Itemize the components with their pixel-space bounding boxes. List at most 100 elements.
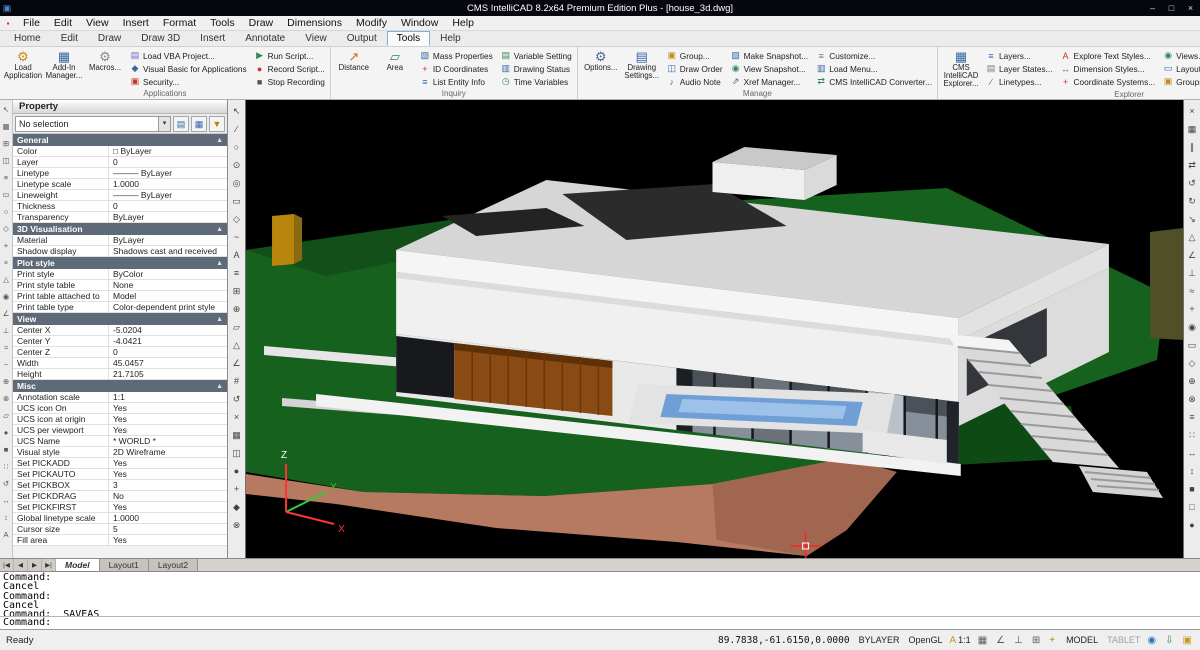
- toolbar-icon[interactable]: ↺: [1188, 174, 1196, 192]
- property-row[interactable]: Set PICKADDYes: [13, 458, 227, 469]
- collapse-icon[interactable]: ▲: [216, 226, 223, 233]
- ribbon-tab[interactable]: View: [295, 31, 337, 46]
- ribbon-tab[interactable]: Help: [430, 31, 471, 46]
- toolbar-icon[interactable]: ↻: [1188, 192, 1196, 210]
- menu-item[interactable]: Tools: [203, 16, 242, 30]
- property-row[interactable]: Print table typeColor-dependent print st…: [13, 302, 227, 313]
- toolbar-icon[interactable]: ◇: [1189, 354, 1196, 372]
- maximize-button[interactable]: □: [1162, 1, 1181, 15]
- drawing-viewport[interactable]: Z Y X: [246, 100, 1183, 558]
- status-item[interactable]: +: [1049, 635, 1057, 646]
- toolbar-icon[interactable]: +: [1189, 300, 1194, 318]
- section-header-misc[interactable]: Misc ▲: [13, 380, 227, 392]
- ribbon-small-button[interactable]: ⇗Xref Manager...: [729, 75, 811, 88]
- menu-item[interactable]: Format: [156, 16, 203, 30]
- ribbon-small-button[interactable]: +Coordinate Systems...: [1059, 75, 1158, 88]
- toolbar-icon[interactable]: ⊙: [233, 156, 241, 174]
- toolbar-icon[interactable]: ↕: [4, 509, 8, 526]
- toolbar-icon[interactable]: ∠: [232, 354, 240, 372]
- collapse-icon[interactable]: ▲: [216, 383, 223, 390]
- collapse-icon[interactable]: ▲: [216, 137, 223, 144]
- toolbar-icon[interactable]: ↖: [3, 101, 9, 118]
- menu-item[interactable]: Insert: [116, 16, 156, 30]
- ribbon-small-button[interactable]: ▤Load VBA Project...: [128, 49, 249, 62]
- ribbon-tab[interactable]: Draw 3D: [131, 31, 190, 46]
- toolbar-icon[interactable]: ↘: [1188, 210, 1196, 228]
- ribbon-big-button[interactable]: ⚙Macros...: [85, 48, 125, 88]
- toolbar-icon[interactable]: #: [234, 372, 239, 390]
- status-item[interactable]: MODEL: [1064, 635, 1098, 645]
- ribbon-tab[interactable]: Insert: [190, 31, 235, 46]
- status-item[interactable]: ▦: [978, 635, 989, 646]
- ribbon-small-button[interactable]: ▤Variable Setting: [499, 49, 574, 62]
- ribbon-small-button[interactable]: ▣Group...: [665, 49, 725, 62]
- toolbar-icon[interactable]: ◫: [232, 444, 241, 462]
- property-row[interactable]: Fill areaYes: [13, 535, 227, 546]
- toolbar-icon[interactable]: ▱: [3, 407, 9, 424]
- property-row[interactable]: UCS icon OnYes: [13, 403, 227, 414]
- toolbar-icon[interactable]: ⊥: [1188, 264, 1196, 282]
- status-item[interactable]: ⇩: [1165, 635, 1175, 646]
- collapse-icon[interactable]: ▲: [216, 316, 223, 323]
- property-row[interactable]: Print style tableNone: [13, 280, 227, 291]
- ribbon-big-button[interactable]: ▦CMS IntelliCAD Explorer...: [941, 48, 981, 89]
- toolbar-icon[interactable]: □: [1189, 498, 1194, 516]
- status-item[interactable]: OpenGL: [906, 635, 942, 645]
- ribbon-tab[interactable]: Output: [337, 31, 387, 46]
- property-row[interactable]: Set PICKFIRSTYes: [13, 502, 227, 513]
- property-row[interactable]: Set PICKBOX3: [13, 480, 227, 491]
- toolbar-icon[interactable]: ∕: [236, 120, 238, 138]
- ribbon-small-button[interactable]: ▭Layouts...: [1161, 62, 1200, 75]
- close-button[interactable]: ×: [1181, 1, 1200, 15]
- ribbon-small-button[interactable]: ↔Dimension Styles...: [1059, 62, 1158, 75]
- toolbar-icon[interactable]: ∷: [4, 458, 9, 475]
- property-row[interactable]: Annotation scale1:1: [13, 392, 227, 403]
- ribbon-big-button[interactable]: ↗Distance: [334, 48, 374, 88]
- toolbar-icon[interactable]: ⊗: [3, 390, 9, 407]
- toolbar-icon[interactable]: ↺: [233, 390, 241, 408]
- property-row[interactable]: Thickness0: [13, 201, 227, 212]
- ribbon-small-button[interactable]: ◉Views...: [1161, 49, 1200, 62]
- ribbon-tab[interactable]: Draw: [88, 31, 131, 46]
- toolbar-icon[interactable]: ▭: [1188, 336, 1197, 354]
- ribbon-big-button[interactable]: ▤Drawing Settings...: [622, 48, 662, 88]
- status-item[interactable]: ⊥: [1014, 635, 1025, 646]
- toolbar-icon[interactable]: ≈: [4, 339, 8, 356]
- toolbar-icon[interactable]: ▭: [2, 186, 9, 203]
- toolbar-icon[interactable]: ⊕: [233, 300, 241, 318]
- toolbar-icon[interactable]: ×: [1189, 102, 1194, 120]
- ribbon-small-button[interactable]: ≡List Entity Info: [418, 75, 495, 88]
- status-item[interactable]: ⊞: [1032, 635, 1042, 646]
- ribbon-small-button[interactable]: +ID Coordinates: [418, 62, 495, 75]
- ribbon-small-button[interactable]: ∕Linetypes...: [984, 75, 1055, 88]
- toolbar-icon[interactable]: ~: [4, 356, 8, 373]
- toolbar-icon[interactable]: ⊞: [233, 282, 241, 300]
- ribbon-tab[interactable]: Edit: [51, 31, 88, 46]
- ribbon-big-button[interactable]: ⚙Options...: [581, 48, 621, 88]
- toolbar-icon[interactable]: ◉: [3, 288, 10, 305]
- toolbar-icon[interactable]: ⊗: [1188, 390, 1196, 408]
- menu-item[interactable]: Dimensions: [280, 16, 349, 30]
- layout-tab[interactable]: Model: [56, 559, 100, 571]
- toolbar-icon[interactable]: ∠: [1188, 246, 1196, 264]
- toolbar-icon[interactable]: ●: [4, 424, 9, 441]
- menu-item[interactable]: Modify: [349, 16, 394, 30]
- previous-layout-button[interactable]: ◀: [14, 559, 28, 571]
- toggle-grid-button[interactable]: ▦: [191, 116, 207, 132]
- collapse-icon[interactable]: ▲: [216, 260, 223, 267]
- first-layout-button[interactable]: |◀: [0, 559, 14, 571]
- toolbar-icon[interactable]: ▱: [233, 318, 240, 336]
- toolbar-icon[interactable]: ◇: [233, 210, 240, 228]
- toolbar-icon[interactable]: △: [233, 336, 240, 354]
- status-item[interactable]: ◉: [1147, 635, 1158, 646]
- ribbon-tab[interactable]: Tools: [387, 31, 430, 46]
- property-row[interactable]: Lineweight——— ByLayer: [13, 190, 227, 201]
- ribbon-small-button[interactable]: ⇄CMS IntelliCAD Converter...: [814, 75, 934, 88]
- command-prompt[interactable]: Command:: [0, 616, 1200, 629]
- property-row[interactable]: Height21.7105: [13, 369, 227, 380]
- ribbon-small-button[interactable]: ▥Drawing Status: [499, 62, 574, 75]
- toolbar-icon[interactable]: A: [233, 246, 239, 264]
- toolbar-icon[interactable]: ∥: [1190, 138, 1195, 156]
- status-item[interactable]: BYLAYER: [857, 635, 900, 645]
- toolbar-icon[interactable]: ○: [4, 203, 9, 220]
